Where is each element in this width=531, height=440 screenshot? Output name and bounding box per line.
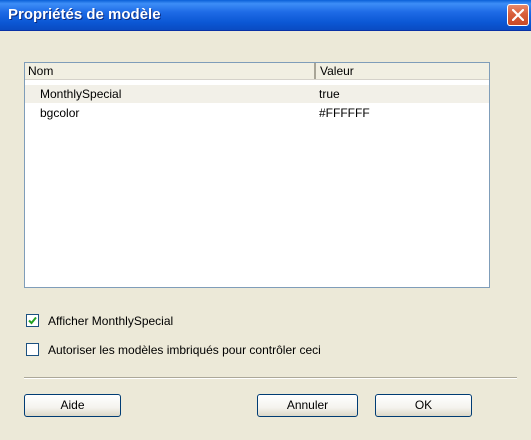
dialog-title: Propriétés de modèle <box>8 6 161 23</box>
list-header: Nom Valeur <box>25 63 489 80</box>
list-item[interactable]: MonthlySpecial true <box>25 85 489 103</box>
close-button[interactable] <box>507 4 529 26</box>
property-value: true <box>319 87 340 101</box>
column-header-name[interactable]: Nom <box>25 63 316 79</box>
properties-list[interactable]: Nom Valeur MonthlySpecial true bgcolor #… <box>24 62 490 288</box>
ok-button[interactable]: OK <box>375 394 472 417</box>
separator <box>24 377 517 379</box>
column-header-value[interactable]: Valeur <box>317 63 487 79</box>
property-name: MonthlySpecial <box>40 87 122 101</box>
allow-nested-templates-checkbox[interactable] <box>26 343 39 356</box>
cancel-button[interactable]: Annuler <box>257 394 358 417</box>
property-name: bgcolor <box>40 106 80 120</box>
help-button[interactable]: Aide <box>24 394 121 417</box>
property-value: #FFFFFF <box>319 106 370 120</box>
title-bar[interactable]: Propriétés de modèle <box>0 0 531 31</box>
properties-dialog: Propriétés de modèle Nom Valeur MonthlyS… <box>0 0 531 440</box>
list-item[interactable]: bgcolor #FFFFFF <box>25 104 489 122</box>
allow-nested-templates-label: Autoriser les modèles imbriqués pour con… <box>48 343 321 357</box>
checkmark-icon <box>28 316 37 325</box>
show-monthlyspecial-checkbox[interactable] <box>26 314 39 327</box>
close-icon <box>512 9 524 21</box>
show-monthlyspecial-label: Afficher MonthlySpecial <box>48 314 174 328</box>
